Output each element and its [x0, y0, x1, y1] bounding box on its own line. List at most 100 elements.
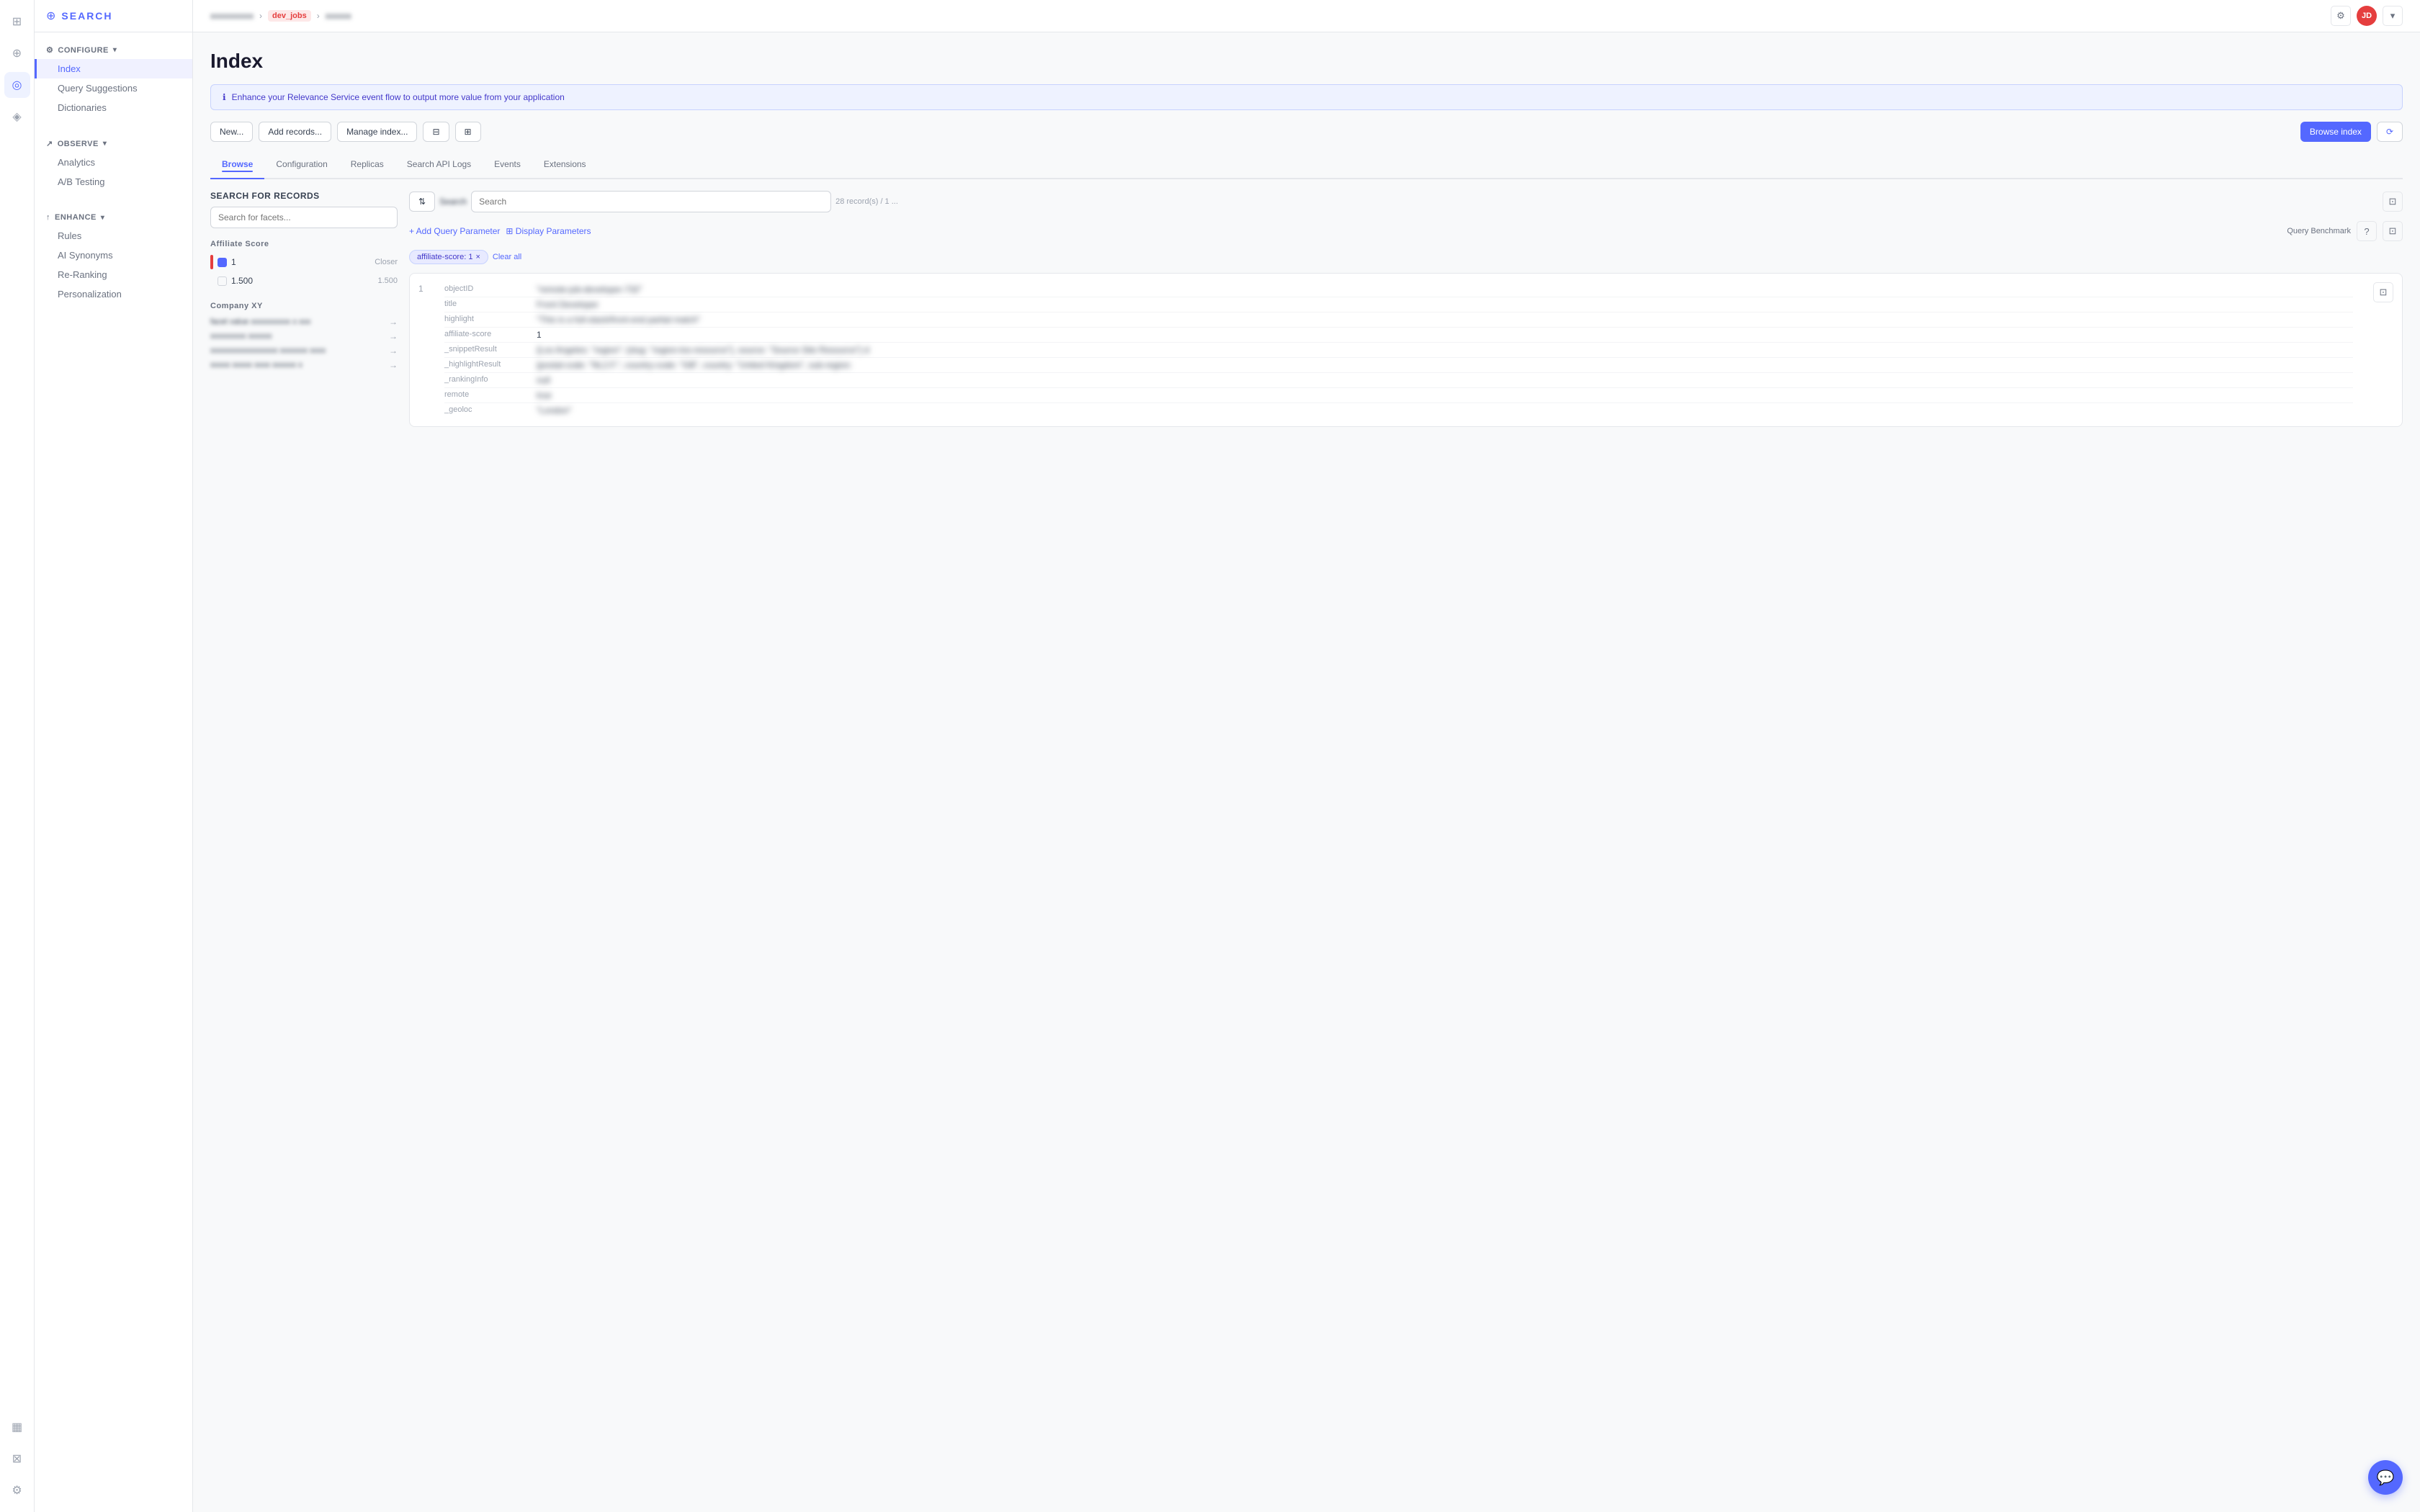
field-val-ranking: null	[537, 375, 2353, 385]
add-display-param-button[interactable]: ⊞ Display Parameters	[506, 226, 591, 236]
breadcrumb-app: xxxxxxxxxx	[210, 11, 254, 21]
chat-icon: 💬	[2377, 1469, 2395, 1487]
sidebar-item-re-ranking[interactable]: Re-Ranking	[35, 265, 192, 284]
record-edit-button[interactable]: ⊡	[2373, 282, 2393, 302]
benchmark-copy-button[interactable]: ⊡	[2383, 221, 2403, 241]
filter-bar-1	[210, 255, 213, 269]
observe-icon: ↗	[46, 139, 53, 148]
left-nav-explore[interactable]: ◎	[4, 72, 30, 98]
search-panel-title: Search for Records	[210, 191, 398, 201]
info-banner: ℹ Enhance your Relevance Service event f…	[210, 84, 2403, 110]
benchmark-info-button[interactable]: ?	[2357, 221, 2377, 241]
facet-item-4[interactable]: xxxxx xxxxx xxxx xxxxxx x →	[210, 358, 398, 372]
sidebar-configure-header[interactable]: ⚙ CONFIGURE ▾	[35, 41, 192, 59]
observe-chevron: ▾	[103, 140, 107, 148]
sidebar-enhance-header[interactable]: ↑ ENHANCE ▾	[35, 209, 192, 226]
sort-button[interactable]: ⇅	[409, 192, 435, 212]
tab-search-api-logs[interactable]: Search API Logs	[395, 153, 483, 179]
home-icon: ⊞	[12, 14, 22, 29]
active-filter-close[interactable]: ×	[475, 253, 480, 261]
spinner-icon: ⟳	[2386, 127, 2393, 137]
tab-extensions[interactable]: Extensions	[532, 153, 598, 179]
chart-icon: ▦	[12, 1420, 22, 1434]
sidebar-item-personalization[interactable]: Personalization	[35, 284, 192, 304]
facet-item-3[interactable]: xxxxxxxxxxxxxxxxx xxxxxxx xxxx →	[210, 343, 398, 358]
filter-count-2: 1.500	[377, 276, 398, 285]
new-button[interactable]: New...	[210, 122, 253, 142]
search-input-wrap	[210, 207, 398, 228]
left-nav-database[interactable]: ⊠	[4, 1446, 30, 1472]
sidebar-item-index[interactable]: Index	[35, 59, 192, 78]
search-input[interactable]	[210, 207, 398, 228]
tab-events[interactable]: Events	[483, 153, 532, 179]
filter-label-2: 1.500	[231, 276, 373, 286]
filter-checkbox-1[interactable]	[218, 258, 227, 267]
tab-browse[interactable]: Browse	[210, 153, 264, 179]
spinner-button[interactable]: ⟳	[2377, 122, 2403, 142]
sidebar-observe-header[interactable]: ↗ OBSERVE ▾	[35, 135, 192, 153]
left-nav-home[interactable]: ⊞	[4, 9, 30, 35]
expand-button[interactable]: ▾	[2383, 6, 2403, 26]
field-val-geoloc: "London"	[537, 405, 2353, 415]
facet-section: Company XY facet value xxxxxxxxxx x xxx …	[210, 302, 398, 372]
filter-count-1: Closer	[375, 258, 398, 266]
sidebar-item-analytics[interactable]: Analytics	[35, 153, 192, 172]
clear-all-link[interactable]: Clear all	[493, 253, 521, 261]
observe-label: OBSERVE	[58, 140, 99, 148]
chat-button[interactable]: 💬	[2368, 1460, 2403, 1495]
field-row-ranking: _rankingInfo null	[444, 373, 2353, 388]
facet-item-1[interactable]: facet value xxxxxxxxxx x xxx →	[210, 315, 398, 329]
left-nav-settings[interactable]: ⚙	[4, 1477, 30, 1503]
configure-label: CONFIGURE	[58, 46, 109, 55]
settings-button[interactable]: ⚙	[2331, 6, 2351, 26]
field-row-highlight: highlight "This is a full-stack/front-en…	[444, 312, 2353, 328]
field-key-highlight: highlight	[444, 315, 531, 325]
search-panel: Search for Records Affiliate Score 1 Clo…	[210, 191, 398, 436]
sidebar-item-dictionaries[interactable]: Dictionaries	[35, 98, 192, 117]
filter-icon: ⊟	[432, 127, 439, 137]
field-val-remote: true	[537, 390, 2353, 400]
content-area: Index ℹ Enhance your Relevance Service e…	[193, 32, 2420, 1512]
facet-item-3-text: xxxxxxxxxxxxxxxxx xxxxxxx xxxx	[210, 346, 326, 355]
breadcrumb-separator: ›	[259, 11, 262, 21]
info-banner-text: Enhance your Relevance Service event flo…	[232, 92, 565, 102]
left-nav-discover[interactable]: ◈	[4, 104, 30, 130]
database-icon: ⊠	[12, 1452, 22, 1466]
filter-item-2[interactable]: 1.500 1.500	[210, 271, 398, 290]
sidebar-item-rules[interactable]: Rules	[35, 226, 192, 246]
sidebar-enhance-section: ↑ ENHANCE ▾ Rules AI Synonyms Re-Ranking…	[35, 200, 192, 312]
facet-item-2[interactable]: xxxxxxxxx xxxxxx →	[210, 329, 398, 343]
field-key-geoloc: _geoloc	[444, 405, 531, 415]
left-nav-chart[interactable]: ▦	[4, 1414, 30, 1440]
sidebar-observe-section: ↗ OBSERVE ▾ Analytics A/B Testing	[35, 126, 192, 200]
index-badge: dev_jobs	[268, 10, 311, 22]
expand-icon: ⊞	[465, 127, 472, 137]
field-row-objectid: objectID "remote-job-developer-732"	[444, 282, 2353, 297]
sidebar-item-ai-synonyms[interactable]: AI Synonyms	[35, 246, 192, 265]
add-records-button[interactable]: Add records...	[259, 122, 331, 142]
sidebar-item-ab-testing[interactable]: A/B Testing	[35, 172, 192, 192]
active-filter-tag[interactable]: affiliate-score: 1 ×	[409, 250, 488, 264]
results-search-input[interactable]	[471, 191, 831, 212]
field-key-ranking: _rankingInfo	[444, 375, 531, 385]
tabs-bar: Browse Configuration Replicas Search API…	[210, 153, 2403, 179]
expand-cols-button[interactable]: ⊞	[455, 122, 481, 142]
result-card: 1 objectID "remote-job-developer-732" ti…	[409, 273, 2403, 427]
browse-index-button[interactable]: Browse index	[2300, 122, 2371, 142]
active-filter-text: affiliate-score: 1	[417, 253, 472, 261]
copy-button[interactable]: ⊡	[2383, 192, 2403, 212]
field-val-title: Front Developer	[537, 300, 2353, 310]
left-nav-search[interactable]: ⊕	[4, 40, 30, 66]
filter-button[interactable]: ⊟	[423, 122, 449, 142]
sort-icon: ⇅	[418, 197, 426, 207]
filter-item-1[interactable]: 1 Closer	[210, 253, 398, 271]
filter-bar-2	[210, 274, 213, 288]
add-query-param-button[interactable]: + Add Query Parameter	[409, 226, 500, 236]
breadcrumb-separator2: ›	[317, 11, 320, 21]
tab-configuration[interactable]: Configuration	[264, 153, 339, 179]
manage-index-button[interactable]: Manage index...	[337, 122, 417, 142]
filter-checkbox-2[interactable]	[218, 276, 227, 286]
tab-replicas[interactable]: Replicas	[339, 153, 395, 179]
field-row-title: title Front Developer	[444, 297, 2353, 312]
sidebar-item-query-suggestions[interactable]: Query Suggestions	[35, 78, 192, 98]
